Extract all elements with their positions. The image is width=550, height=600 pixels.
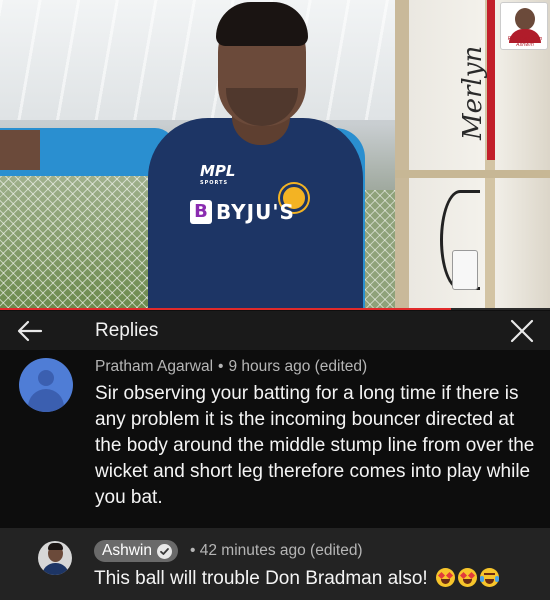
page-title: Replies <box>95 319 159 341</box>
comment-author[interactable]: Pratham Agarwal <box>95 358 213 375</box>
jersey-mpl-logo: MPL SPORTS <box>200 162 236 186</box>
arrow-left-icon <box>17 320 43 341</box>
back-button[interactable] <box>0 311 60 350</box>
star-struck-emoji-icon <box>458 568 477 587</box>
player-figure: MPL SPORTS B BYJU'S <box>0 0 400 310</box>
jersey-sponsor-logo: B BYJU'S <box>190 200 295 224</box>
byjus-b-icon: B <box>190 200 212 224</box>
close-button[interactable] <box>510 319 534 343</box>
comment-text: Sir observing your batting for a long ti… <box>95 383 535 508</box>
comment-meta: Pratham Agarwal • 9 hours ago (edited) <box>95 358 367 376</box>
close-icon <box>510 319 534 343</box>
reply-comment: Ashwin • 42 minutes ago (edited) This ba… <box>0 528 550 600</box>
reply-timestamp: 42 minutes ago (edited) <box>199 542 363 559</box>
reply-avatar[interactable] <box>38 541 72 575</box>
video-progress-bar[interactable] <box>0 308 550 310</box>
star-struck-emoji-icon <box>436 568 455 587</box>
jersey-sponsor-text: BYJU'S <box>216 200 295 224</box>
reply-text: This ball will trouble Don Bradman also! <box>94 568 428 589</box>
reply-text-line: This ball will trouble Don Bradman also! <box>94 568 499 590</box>
video-progress-fill <box>0 308 451 310</box>
channel-watermark-caption: Ravichandran Ashwin <box>507 36 543 48</box>
user-icon <box>38 370 54 386</box>
meta-separator: • <box>190 542 196 559</box>
comment-timestamp: 9 hours ago (edited) <box>228 358 368 375</box>
channel-watermark: Ravichandran Ashwin <box>500 2 548 50</box>
machine-device <box>452 250 478 290</box>
video-player[interactable]: Merlyn MPL SPORTS B BYJU'S Ravichandran … <box>0 0 550 310</box>
reply-meta: • 42 minutes ago (edited) <box>190 542 363 560</box>
replies-header: Replies <box>0 311 550 350</box>
reply-author: Ashwin <box>102 542 152 559</box>
laughing-tears-emoji-icon <box>480 568 499 587</box>
verified-check-icon <box>156 543 172 559</box>
meta-separator: • <box>218 358 224 375</box>
reply-author-chip[interactable]: Ashwin <box>94 540 178 562</box>
parent-comment: Pratham Agarwal • 9 hours ago (edited) Sir… <box>0 350 550 528</box>
avatar[interactable] <box>19 358 73 412</box>
machine-brand-text: Merlyn <box>458 45 488 140</box>
